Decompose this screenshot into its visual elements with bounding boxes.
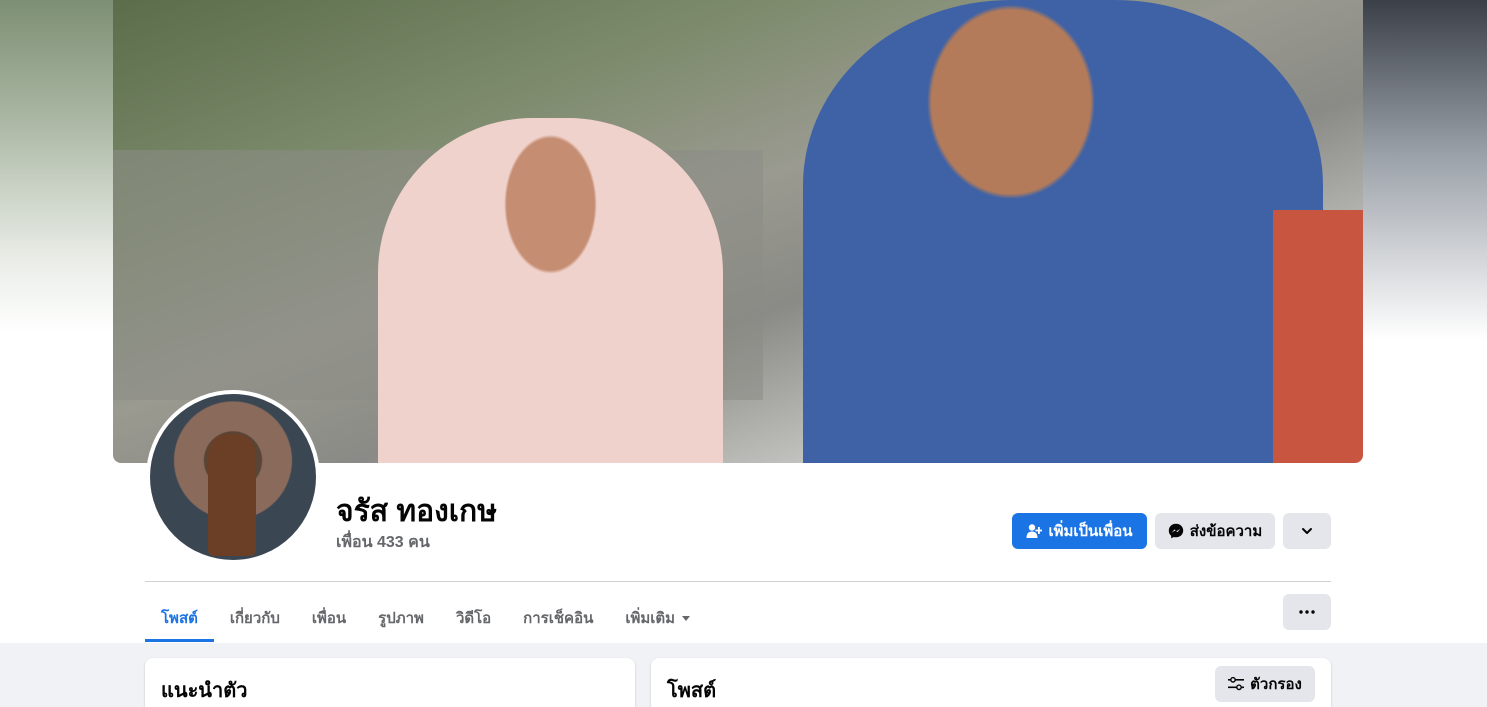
tab-about[interactable]: เกี่ยวกับ [214, 594, 296, 642]
profile-options-button[interactable] [1283, 594, 1331, 630]
tab-posts[interactable]: โพสต์ [145, 594, 214, 642]
friend-count[interactable]: เพื่อน 433 คน [336, 530, 430, 555]
tab-label: เพิ่มเติม [625, 610, 676, 627]
chevron-down-icon [1301, 525, 1313, 537]
tab-checkins[interactable]: การเช็คอิน [507, 594, 609, 642]
cover-photo[interactable] [113, 0, 1363, 463]
avatar-figure [208, 434, 256, 556]
person-plus-icon [1026, 523, 1043, 539]
cover-photo-person-left [378, 118, 723, 463]
add-friend-button[interactable]: เพิ่มเป็นเพื่อน [1012, 513, 1147, 549]
cover-photo-box [1273, 210, 1363, 463]
ellipsis-icon [1299, 610, 1315, 614]
sliders-icon [1228, 677, 1245, 691]
profile-avatar[interactable] [146, 390, 320, 564]
intro-card: แนะนำตัว [145, 658, 635, 707]
message-label: ส่งข้อความ [1189, 523, 1263, 540]
expand-profile-button[interactable] [1283, 513, 1331, 549]
caret-down-icon [681, 613, 691, 623]
posts-card: โพสต์ ตัวกรอง [651, 658, 1331, 707]
tab-label: การเช็คอิน [523, 610, 594, 627]
filter-button[interactable]: ตัวกรอง [1215, 666, 1315, 702]
tab-label: เกี่ยวกับ [229, 610, 280, 627]
tab-label: วิดีโอ [455, 610, 492, 627]
tab-videos[interactable]: วิดีโอ [440, 594, 507, 642]
tab-more[interactable]: เพิ่มเติม [609, 594, 707, 642]
tab-label: รูปภาพ [378, 610, 424, 627]
tab-label: โพสต์ [161, 610, 198, 627]
cover-photo-person-right [803, 0, 1323, 463]
profile-tabs: โพสต์ เกี่ยวกับ เพื่อน รูปภาพ วิดีโอ การ… [145, 594, 707, 642]
tab-friends[interactable]: เพื่อน [296, 594, 362, 642]
profile-name: จรัส ทองเกษ [336, 495, 497, 528]
message-button[interactable]: ส่งข้อความ [1155, 513, 1275, 549]
messenger-icon [1168, 523, 1184, 539]
filter-label: ตัวกรอง [1250, 676, 1302, 693]
tab-label: เพื่อน [311, 610, 347, 627]
add-friend-label: เพิ่มเป็นเพื่อน [1048, 523, 1133, 540]
header-divider [145, 581, 1331, 582]
tab-photos[interactable]: รูปภาพ [362, 594, 440, 642]
posts-title: โพสต์ [667, 680, 717, 702]
intro-title: แนะนำตัว [161, 680, 248, 702]
